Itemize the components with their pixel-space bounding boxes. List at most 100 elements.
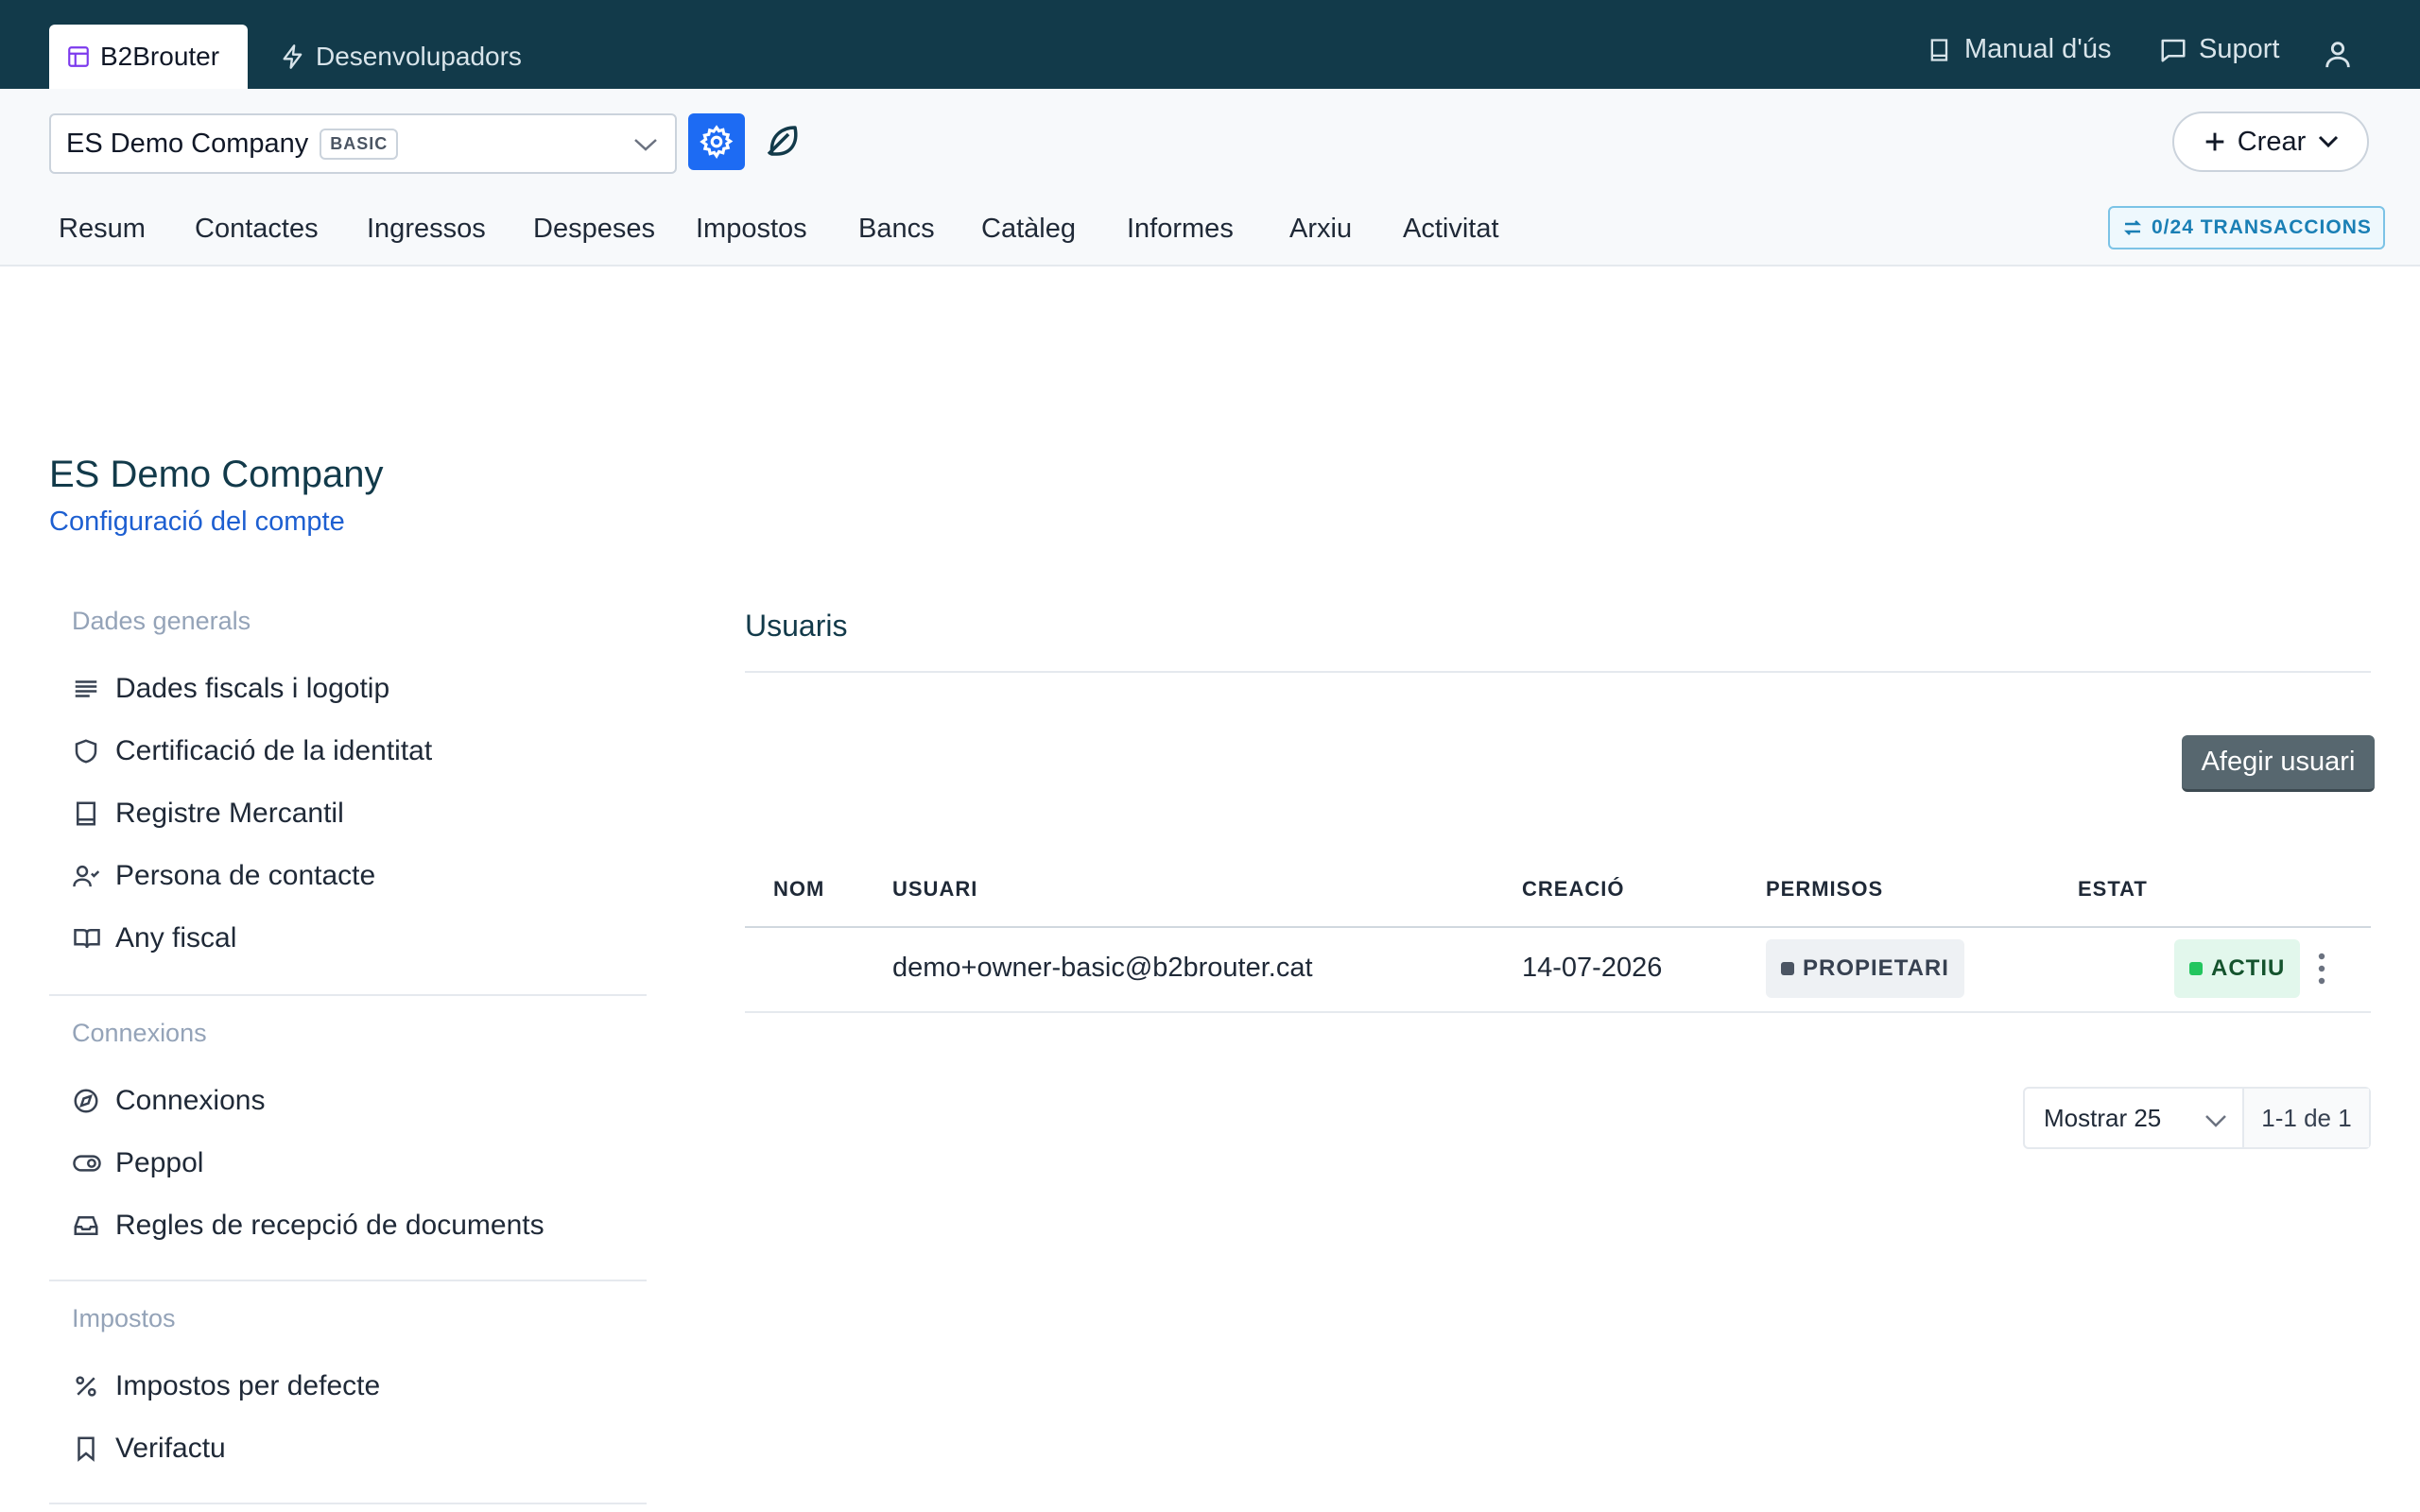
create-label: Crear	[2237, 126, 2307, 157]
page-size-select[interactable]: Mostrar 25	[2025, 1089, 2244, 1147]
nav-informes[interactable]: Informes	[1127, 214, 1234, 245]
percent-icon	[72, 1372, 102, 1400]
nav-contactes[interactable]: Contactes	[195, 214, 319, 245]
nav-activitat[interactable]: Activitat	[1403, 214, 1499, 245]
sidebar-heading-taxes: Impostos	[72, 1304, 176, 1332]
lightning-icon	[280, 43, 306, 70]
sidebar-item-label: Impostos per defecte	[115, 1370, 381, 1401]
sidebar-item-label: Persona de contacte	[115, 860, 376, 891]
page-subtitle[interactable]: Configuració del compte	[49, 507, 345, 538]
sidebar-item-peppol[interactable]: Peppol	[72, 1147, 203, 1179]
company-selector[interactable]: ES Demo Company BASIC	[49, 113, 677, 174]
section-divider	[745, 671, 2371, 673]
sidebar-divider	[49, 1280, 647, 1281]
feather-icon[interactable]	[762, 121, 802, 161]
table-header-divider	[745, 926, 2371, 928]
sidebar-item-label: Dades fiscals i logotip	[115, 673, 390, 704]
sidebar-item-mercantile-registry[interactable]: Registre Mercantil	[72, 798, 344, 830]
support-link[interactable]: Suport	[2159, 34, 2279, 65]
nav-despeses[interactable]: Despeses	[533, 214, 655, 245]
tab-label: B2Brouter	[100, 42, 220, 71]
sidebar-item-contact-person[interactable]: Persona de contacte	[72, 860, 375, 892]
swap-arrows-icon	[2121, 216, 2144, 239]
nav-resum[interactable]: Resum	[59, 214, 146, 245]
status-label: ACTIU	[2211, 955, 2286, 981]
plus-icon	[2202, 129, 2228, 155]
bookmark-icon	[72, 1435, 102, 1463]
nav-impostos[interactable]: Impostos	[696, 214, 807, 245]
plan-badge: BASIC	[320, 128, 399, 160]
company-name: ES Demo Company	[66, 128, 309, 159]
transactions-label: 0/24 TRANSACCIONS	[2152, 216, 2372, 238]
sidebar-heading-general: Dades generals	[72, 607, 251, 635]
sidebar-item-label: Connexions	[115, 1085, 266, 1116]
layout-icon	[66, 44, 91, 69]
status-square-icon	[2189, 962, 2203, 975]
lines-icon	[72, 675, 102, 703]
create-button[interactable]: Crear	[2172, 112, 2369, 172]
column-header-name[interactable]: NOM	[773, 877, 824, 902]
sidebar-item-default-taxes[interactable]: Impostos per defecte	[72, 1370, 380, 1402]
chevron-down-icon	[2317, 133, 2340, 150]
column-header-permissions[interactable]: PERMISOS	[1766, 877, 1883, 902]
book-icon	[1927, 37, 1953, 63]
permission-square-icon	[1781, 962, 1794, 975]
sidebar-item-label: Peppol	[115, 1147, 204, 1178]
sidebar-item-label: Registre Mercantil	[115, 798, 344, 829]
chevron-down-icon	[631, 134, 660, 155]
permission-badge: PROPIETARI	[1766, 939, 1964, 998]
sidebar-heading-connections: Connexions	[72, 1019, 207, 1047]
cell-created-date: 14-07-2026	[1522, 953, 1663, 983]
book-icon	[72, 799, 102, 828]
user-check-icon	[72, 862, 102, 890]
sidebar-item-label: Certificació de la identitat	[115, 735, 433, 766]
sidebar-item-fiscal-data[interactable]: Dades fiscals i logotip	[72, 673, 389, 705]
nav-arxiu[interactable]: Arxiu	[1289, 214, 1352, 245]
more-options-icon[interactable]	[2314, 951, 2329, 987]
users-section-title: Usuaris	[745, 609, 848, 643]
pagination: Mostrar 25 1-1 de 1	[2023, 1087, 2371, 1149]
top-bar: B2Brouter Desenvolupadors Manual d'ús Su…	[0, 0, 2420, 89]
chevron-down-icon	[2203, 1111, 2229, 1130]
page-size-label: Mostrar 25	[2044, 1103, 2162, 1132]
column-header-status[interactable]: ESTAT	[2078, 877, 2148, 902]
cell-user-email: demo+owner-basic@b2brouter.cat	[892, 953, 1313, 983]
manual-label: Manual d'ús	[1964, 34, 2112, 64]
sidebar-item-fiscal-year[interactable]: Any fiscal	[72, 922, 236, 954]
user-profile-icon[interactable]	[2322, 38, 2354, 70]
sidebar-item-label: Any fiscal	[115, 922, 237, 954]
sidebar-item-connections[interactable]: Connexions	[72, 1085, 265, 1117]
table-row-divider	[745, 1011, 2371, 1013]
permission-label: PROPIETARI	[1803, 955, 1949, 981]
column-header-created[interactable]: CREACIÓ	[1522, 877, 1624, 902]
settings-button[interactable]	[688, 113, 745, 170]
add-user-button[interactable]: Afegir usuari	[2182, 735, 2375, 792]
chat-icon	[2159, 36, 2187, 64]
page-title: ES Demo Company	[49, 454, 384, 495]
column-header-user[interactable]: USUARI	[892, 877, 977, 902]
compass-icon	[72, 1087, 102, 1115]
sidebar-divider	[49, 994, 647, 996]
sidebar-divider	[49, 1503, 647, 1504]
tab-desenvolupadors[interactable]: Desenvolupadors	[280, 25, 522, 89]
sidebar-item-label: Regles de recepció de documents	[115, 1210, 544, 1241]
gear-icon	[700, 125, 734, 160]
open-book-icon	[72, 924, 102, 953]
shield-icon	[72, 737, 102, 765]
nav-bancs[interactable]: Bancs	[858, 214, 935, 245]
inbox-icon	[72, 1211, 102, 1240]
tab-b2brouter[interactable]: B2Brouter	[49, 25, 248, 89]
transactions-badge[interactable]: 0/24 TRANSACCIONS	[2108, 206, 2385, 249]
manual-link[interactable]: Manual d'ús	[1927, 34, 2111, 65]
status-badge: ACTIU	[2174, 939, 2301, 998]
sidebar-item-verifactu[interactable]: Verifactu	[72, 1433, 226, 1465]
nav-ingressos[interactable]: Ingressos	[367, 214, 486, 245]
nav-cataleg[interactable]: Catàleg	[981, 214, 1076, 245]
sidebar-item-identity[interactable]: Certificació de la identitat	[72, 735, 432, 767]
support-label: Suport	[2199, 34, 2280, 64]
tab-label: Desenvolupadors	[316, 42, 522, 71]
page-range: 1-1 de 1	[2244, 1089, 2369, 1147]
sidebar-item-label: Verifactu	[115, 1433, 226, 1464]
toggle-icon	[72, 1149, 102, 1177]
sidebar-item-reception-rules[interactable]: Regles de recepció de documents	[72, 1210, 544, 1242]
